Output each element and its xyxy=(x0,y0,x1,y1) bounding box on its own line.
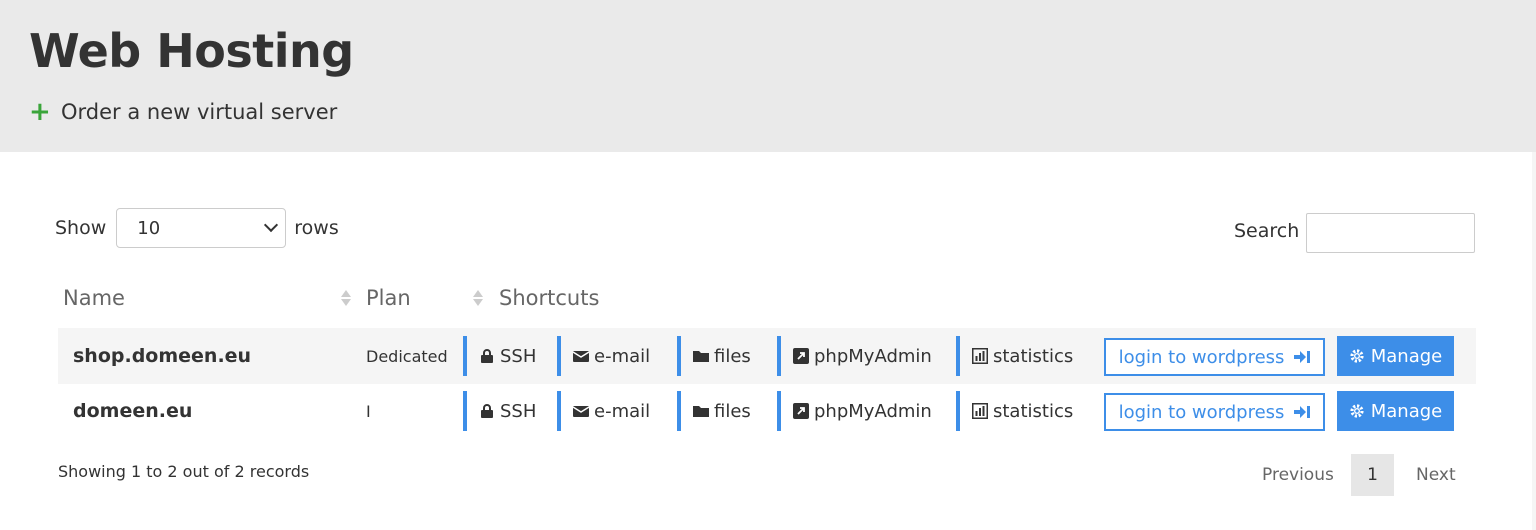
chevron-down-icon xyxy=(264,217,279,233)
email-label: e-mail xyxy=(594,400,651,422)
gear-icon xyxy=(1350,404,1364,418)
statistics-shortcut[interactable]: statistics xyxy=(956,336,1073,376)
email-label: e-mail xyxy=(594,345,651,367)
lock-icon xyxy=(481,349,493,363)
manage-label: Manage xyxy=(1370,345,1443,367)
files-label: files xyxy=(714,345,751,367)
envelope-icon xyxy=(573,351,589,362)
sign-in-icon xyxy=(1294,406,1311,418)
order-new-server-label: Order a new virtual server xyxy=(61,100,338,124)
ssh-shortcut[interactable]: SSH xyxy=(463,391,536,431)
sort-name-icon[interactable] xyxy=(339,287,353,309)
manage-button[interactable]: Manage xyxy=(1337,391,1454,431)
statistics-shortcut[interactable]: statistics xyxy=(956,391,1073,431)
phpmyadmin-label: phpMyAdmin xyxy=(814,345,932,367)
sign-in-icon xyxy=(1294,351,1311,363)
folder-icon xyxy=(693,351,709,362)
ssh-shortcut[interactable]: SSH xyxy=(463,336,536,376)
ssh-label: SSH xyxy=(500,400,537,422)
phpmyadmin-label: phpMyAdmin xyxy=(814,400,932,422)
sort-plan-icon[interactable] xyxy=(471,287,485,309)
email-shortcut[interactable]: e-mail xyxy=(557,336,650,376)
email-shortcut[interactable]: e-mail xyxy=(557,391,650,431)
column-header-plan[interactable]: Plan xyxy=(366,286,411,310)
table-row: shop.domeen.eu Dedicated SSH e-mail file… xyxy=(58,328,1476,384)
next-page-button[interactable]: Next xyxy=(1416,454,1456,496)
envelope-icon xyxy=(573,406,589,417)
statistics-label: statistics xyxy=(993,400,1074,422)
row-name: shop.domeen.eu xyxy=(73,345,252,367)
records-summary: Showing 1 to 2 out of 2 records xyxy=(58,462,310,481)
page-header: Web Hosting + Order a new virtual server xyxy=(0,0,1536,152)
files-shortcut[interactable]: files xyxy=(677,336,751,376)
page-size-select[interactable]: 10 xyxy=(116,208,287,248)
page-title: Web Hosting xyxy=(29,24,354,78)
login-wordpress-label: login to wordpress xyxy=(1118,346,1285,368)
row-plan: Dedicated xyxy=(366,346,448,366)
column-header-shortcuts: Shortcuts xyxy=(499,286,600,310)
bar-chart-icon xyxy=(972,403,988,419)
search-label: Search xyxy=(1234,220,1300,242)
files-shortcut[interactable]: files xyxy=(677,391,751,431)
external-link-icon xyxy=(793,403,809,419)
statistics-label: statistics xyxy=(993,345,1074,367)
lock-icon xyxy=(481,404,493,418)
login-wordpress-button[interactable]: login to wordpress xyxy=(1104,393,1325,431)
table-row: domeen.eu I SSH e-mail files phpMyAdmin … xyxy=(58,383,1476,439)
phpmyadmin-shortcut[interactable]: phpMyAdmin xyxy=(777,391,932,431)
gear-icon xyxy=(1350,349,1364,363)
column-header-name[interactable]: Name xyxy=(63,286,125,310)
folder-icon xyxy=(693,406,709,417)
manage-label: Manage xyxy=(1370,400,1443,422)
rows-label: rows xyxy=(294,217,339,239)
order-new-server-link[interactable]: + Order a new virtual server xyxy=(29,97,338,127)
row-name: domeen.eu xyxy=(73,400,193,422)
show-label: Show xyxy=(55,217,107,239)
search-input[interactable] xyxy=(1306,213,1475,253)
page-size-value: 10 xyxy=(137,217,161,239)
phpmyadmin-shortcut[interactable]: phpMyAdmin xyxy=(777,336,932,376)
page-1-button[interactable]: 1 xyxy=(1351,454,1394,496)
bar-chart-icon xyxy=(972,348,988,364)
hosting-table-panel: Show 10 rows Search Name Plan Shortcuts … xyxy=(0,152,1532,530)
previous-page-button[interactable]: Previous xyxy=(1262,454,1334,496)
manage-button[interactable]: Manage xyxy=(1337,336,1454,376)
login-wordpress-button[interactable]: login to wordpress xyxy=(1104,338,1325,376)
login-wordpress-label: login to wordpress xyxy=(1118,401,1285,423)
external-link-icon xyxy=(793,348,809,364)
ssh-label: SSH xyxy=(500,345,537,367)
page-size-control: Show 10 rows xyxy=(55,208,339,248)
plus-icon: + xyxy=(29,97,51,127)
row-plan: I xyxy=(366,401,371,421)
files-label: files xyxy=(714,400,751,422)
